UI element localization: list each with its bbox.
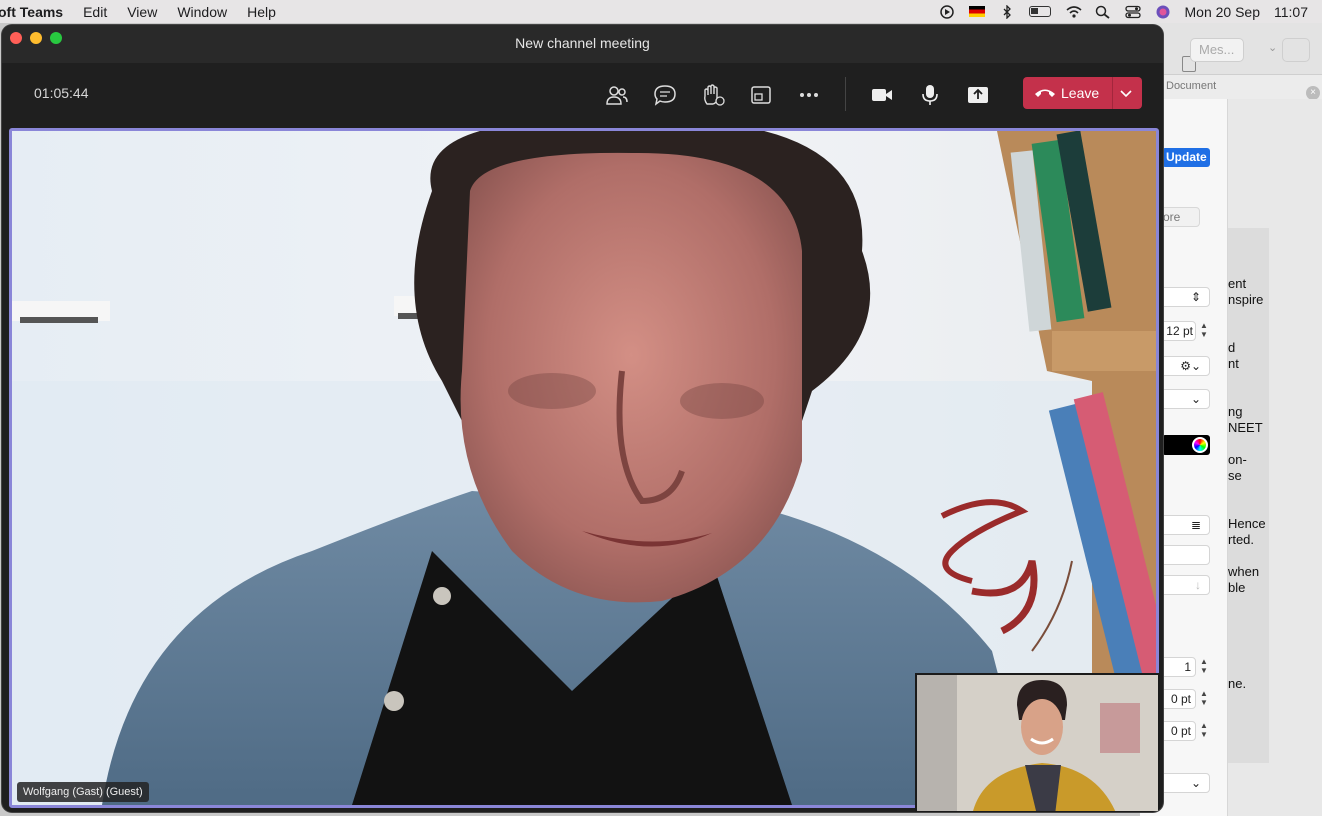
more-icon (800, 93, 818, 97)
bullets-select[interactable]: ⌄ (1160, 773, 1210, 793)
before-field[interactable]: 0 pt (1160, 689, 1196, 709)
bluetooth-icon[interactable] (999, 3, 1015, 20)
document-text-line: nt (1228, 356, 1239, 371)
self-view-video[interactable] (915, 673, 1160, 812)
microphone-button[interactable] (914, 79, 946, 111)
alignment-control[interactable]: ≣ (1160, 515, 1210, 535)
camera-icon (872, 89, 892, 101)
hang-up-icon (1035, 89, 1055, 97)
menubar-date[interactable]: Mon 20 Sep (1185, 4, 1261, 20)
after-stepper[interactable]: ▲ ▼ (1198, 721, 1210, 741)
raise-hand-icon (704, 84, 725, 106)
indent-control[interactable] (1160, 545, 1210, 565)
document-toolbar-label[interactable]: Document (1166, 80, 1216, 92)
color-wheel-icon[interactable] (1192, 437, 1208, 453)
background-document-window: Document Mes... ⌄ × Update ore ⇕ 12 pt ▲… (1140, 23, 1322, 816)
spacing-value: 1 (1184, 660, 1191, 674)
menu-app-name[interactable]: oft Teams (0, 4, 63, 20)
menu-help[interactable]: Help (247, 4, 276, 20)
document-text-line: ng (1228, 404, 1243, 419)
meeting-timer: 01:05:44 (34, 85, 89, 101)
battery-icon[interactable] (1028, 6, 1051, 17)
menubar-time[interactable]: 11:07 (1274, 4, 1308, 20)
camera-button[interactable] (866, 79, 898, 111)
update-button[interactable]: Update (1162, 148, 1210, 167)
after-field[interactable]: 0 pt (1160, 721, 1196, 741)
document-text-line: Hence (1228, 516, 1266, 531)
share-tray-icon (968, 87, 988, 103)
character-style-select[interactable]: ⌄ (1160, 389, 1210, 409)
spacing-field[interactable]: 1 (1160, 657, 1196, 677)
breakout-rooms-icon (751, 86, 771, 104)
meeting-control-bar: 01:05:44 Leave (2, 63, 1163, 125)
document-text-line: rted. (1228, 532, 1255, 547)
list-control[interactable]: ↓ (1160, 575, 1210, 595)
font-size-field[interactable]: 12 pt (1160, 321, 1196, 341)
leave-label: Leave (1061, 85, 1100, 101)
menu-view[interactable]: View (127, 4, 157, 20)
leave-separator (1112, 77, 1113, 109)
share-screen-button[interactable] (962, 79, 994, 111)
document-text-line: NEET (1228, 420, 1263, 435)
text-options-button[interactable]: ⚙⌄ (1160, 356, 1210, 376)
menu-bar: oft Teams Edit View Window Help Mon 20 S… (0, 0, 1322, 23)
style-dropdown[interactable]: Mes... (1190, 38, 1244, 62)
font-size-value: 12 pt (1166, 324, 1193, 338)
font-family-select[interactable]: ⇕ (1160, 287, 1210, 307)
screen-record-icon[interactable] (939, 4, 955, 19)
title-bar: New channel meeting (2, 25, 1163, 63)
before-value: 0 pt (1170, 692, 1191, 706)
document-text-line: ble (1228, 580, 1246, 595)
document-text-line: when (1228, 564, 1260, 579)
leave-options-chevron-icon[interactable] (1119, 83, 1133, 106)
toolbar-button[interactable] (1282, 38, 1310, 62)
microphone-icon (922, 85, 938, 105)
chevron-down-icon: ⌄ (1268, 42, 1278, 54)
chat-icon (654, 85, 676, 106)
teams-meeting-window: New channel meeting 01:05:44 Leave Wolfg… (2, 25, 1163, 812)
siri-icon[interactable] (1155, 5, 1171, 19)
spotlight-search-icon[interactable] (1095, 5, 1111, 19)
reactions-button[interactable] (697, 79, 729, 111)
close-icon[interactable]: × (1306, 86, 1320, 100)
chat-button[interactable] (649, 79, 681, 111)
participant-name-tag: Wolfgang (Gast) (Guest) (17, 782, 149, 802)
window-title: New channel meeting (515, 35, 650, 51)
document-text-line: ent (1228, 276, 1247, 291)
participants-button[interactable] (601, 79, 633, 111)
wifi-icon[interactable] (1065, 5, 1082, 19)
self-view-frame (917, 675, 1158, 811)
document-text-line: se (1228, 468, 1242, 483)
control-center-icon[interactable] (1124, 5, 1141, 19)
document-text-line: nspire (1228, 292, 1264, 307)
rooms-button[interactable] (745, 79, 777, 111)
after-value: 0 pt (1170, 724, 1191, 738)
menu-window[interactable]: Window (177, 4, 227, 20)
people-icon (606, 86, 628, 105)
toolbar-divider (845, 77, 846, 111)
document-text-line: on- (1228, 452, 1247, 467)
gear-icon: ⚙⌄ (1180, 359, 1201, 373)
font-size-stepper[interactable]: ▲ ▼ (1198, 321, 1210, 341)
leave-button[interactable]: Leave (1023, 77, 1142, 109)
align-justify-icon: ≣ (1190, 518, 1201, 532)
before-stepper[interactable]: ▲ ▼ (1198, 689, 1210, 709)
document-text-line: d (1228, 340, 1236, 355)
menu-edit[interactable]: Edit (83, 4, 107, 20)
document-text-line: ne. (1228, 676, 1247, 691)
german-flag-icon[interactable] (968, 6, 985, 17)
spacing-stepper[interactable]: ▲ ▼ (1198, 657, 1210, 677)
status-area: Mon 20 Sep 11:07 (939, 0, 1322, 23)
more-actions-button[interactable] (793, 79, 825, 111)
